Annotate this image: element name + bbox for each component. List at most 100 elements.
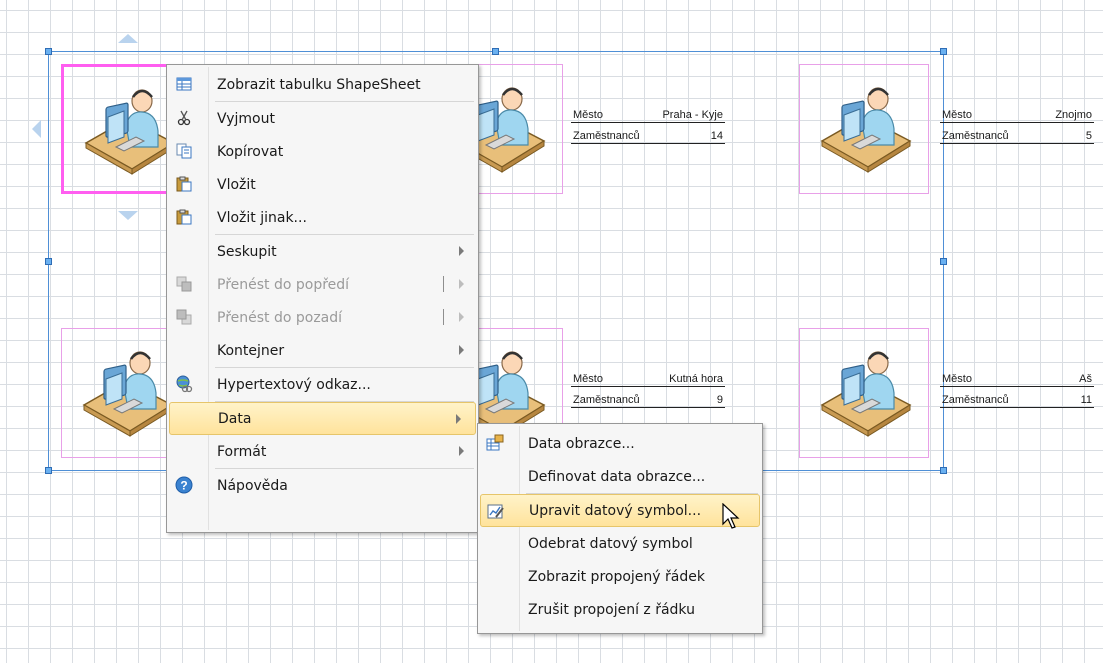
paste-icon xyxy=(175,175,193,193)
field-value: Kutná hora xyxy=(669,373,723,385)
data-graphic: Město Praha - Kyje Zaměstnanců 14 xyxy=(571,107,725,144)
menu-item-paste[interactable]: Vložit xyxy=(167,168,478,201)
menu-item-label: Seskupit xyxy=(217,243,277,260)
menu-item-label: Kontejner xyxy=(217,342,285,359)
menu-item-label: Přenést do popředí xyxy=(217,276,350,293)
data-graphic-row: Město Praha - Kyje xyxy=(571,107,725,123)
help-icon: ? xyxy=(175,476,193,494)
split-divider xyxy=(443,309,444,325)
submenu-arrow-icon xyxy=(459,312,464,322)
menu-item-label: Zobrazit propojený řádek xyxy=(528,568,705,585)
selection-handle-mid-right[interactable] xyxy=(940,258,947,265)
shapesheet-table-icon xyxy=(175,75,193,93)
menu-item-help[interactable]: ? Nápověda xyxy=(167,469,478,502)
field-label: Zaměstnanců xyxy=(942,130,1009,142)
field-label: Město xyxy=(573,373,603,385)
data-graphic: Město Kutná hora Zaměstnanců 9 xyxy=(571,371,725,408)
selection-handle-top-left[interactable] xyxy=(45,48,52,55)
data-graphic-row: Město Kutná hora xyxy=(571,371,725,387)
data-graphic: Město Znojmo Zaměstnanců 5 xyxy=(940,107,1094,144)
menu-item-label: Definovat data obrazce... xyxy=(528,468,706,485)
split-divider xyxy=(443,276,444,292)
menu-item-copy[interactable]: Kopírovat xyxy=(167,135,478,168)
menu-item-paste-special[interactable]: Vložit jinak... xyxy=(167,201,478,234)
menu-item-label: Vložit xyxy=(217,176,256,193)
autoconnect-left-arrow[interactable] xyxy=(32,120,41,138)
menu-item-hyperlink[interactable]: Hypertextový odkaz... xyxy=(167,368,478,401)
data-graphic-row: Zaměstnanců 11 xyxy=(940,392,1094,408)
selection-handle-top-right[interactable] xyxy=(940,48,947,55)
selection-handle-bottom-right[interactable] xyxy=(940,467,947,474)
office-worker-icon xyxy=(84,88,176,176)
autoconnect-down-arrow[interactable] xyxy=(118,211,138,220)
submenu-arrow-icon xyxy=(459,345,464,355)
submenu-arrow-icon xyxy=(456,414,461,424)
menu-item-label: Nápověda xyxy=(217,477,288,494)
submenu-item-shape-data[interactable]: Data obrazce... xyxy=(478,427,762,460)
field-value: Praha - Kyje xyxy=(662,109,723,121)
field-label: Zaměstnanců xyxy=(942,394,1009,406)
menu-item-label: Upravit datový symbol... xyxy=(529,502,702,519)
menu-item-container[interactable]: Kontejner xyxy=(167,334,478,367)
selection-handle-bottom-left[interactable] xyxy=(45,467,52,474)
employee-shape[interactable] xyxy=(799,328,929,458)
submenu-arrow-icon xyxy=(459,246,464,256)
menu-item-label: Zrušit propojení z řádku xyxy=(528,601,695,618)
selection-handle-top-mid[interactable] xyxy=(492,48,499,55)
data-submenu: Data obrazce... Definovat data obrazce..… xyxy=(477,423,763,634)
submenu-item-show-linked-row[interactable]: Zobrazit propojený řádek xyxy=(478,560,762,593)
data-graphic-row: Zaměstnanců 5 xyxy=(940,128,1094,144)
menu-item-group[interactable]: Seskupit xyxy=(167,235,478,268)
office-worker-icon xyxy=(820,350,912,438)
menu-item-label: Přenést do pozadí xyxy=(217,309,343,326)
data-graphic: Město Aš Zaměstnanců 11 xyxy=(940,371,1094,408)
submenu-item-remove-data-graphic[interactable]: Odebrat datový symbol xyxy=(478,527,762,560)
field-value: Aš xyxy=(1079,373,1092,385)
scissors-icon xyxy=(175,109,193,127)
menu-item-send-to-back: Přenést do pozadí xyxy=(167,301,478,334)
office-worker-icon xyxy=(82,350,174,438)
data-graphic-row: Zaměstnanců 9 xyxy=(571,392,725,408)
autoconnect-up-arrow[interactable] xyxy=(118,34,138,43)
drawing-canvas[interactable]: Město Praha - Kyje Zaměstnanců 14 Město Zno… xyxy=(0,0,1103,663)
data-graphic-row: Zaměstnanců 14 xyxy=(571,128,725,144)
field-value: 9 xyxy=(716,394,723,406)
field-value: 5 xyxy=(1085,130,1092,142)
menu-item-bring-to-front: Přenést do popředí xyxy=(167,268,478,301)
menu-item-label: Data xyxy=(218,410,252,427)
submenu-item-unlink-row[interactable]: Zrušit propojení z řádku xyxy=(478,593,762,626)
hyperlink-globe-icon xyxy=(175,375,193,393)
menu-item-format[interactable]: Formát xyxy=(167,435,478,468)
employee-shape[interactable] xyxy=(799,64,929,194)
menu-item-cut[interactable]: Vyjmout xyxy=(167,102,478,135)
menu-item-shapesheet[interactable]: Zobrazit tabulku ShapeSheet xyxy=(167,68,478,101)
mouse-pointer-icon xyxy=(722,503,740,529)
paste-special-icon xyxy=(175,208,193,226)
field-value: 11 xyxy=(1080,394,1092,406)
menu-item-label: Zobrazit tabulku ShapeSheet xyxy=(217,76,421,93)
menu-item-label: Kopírovat xyxy=(217,143,284,160)
copy-icon xyxy=(175,142,193,160)
shape-data-icon xyxy=(486,434,504,452)
context-menu: Zobrazit tabulku ShapeSheet Vyjmout Kopí… xyxy=(166,64,479,533)
submenu-arrow-icon xyxy=(459,446,464,456)
submenu-item-define-shape-data[interactable]: Definovat data obrazce... xyxy=(478,460,762,493)
office-worker-icon xyxy=(820,86,912,174)
data-graphic-row: Město Aš xyxy=(940,371,1094,387)
selection-handle-mid-left[interactable] xyxy=(45,258,52,265)
menu-item-data[interactable]: Data xyxy=(169,402,476,435)
menu-item-label: Vložit jinak... xyxy=(217,209,307,226)
submenu-arrow-icon xyxy=(459,279,464,289)
submenu-item-edit-data-graphic[interactable]: Upravit datový symbol... xyxy=(480,494,760,527)
svg-text:?: ? xyxy=(180,479,187,493)
menu-item-label: Vyjmout xyxy=(217,110,275,127)
field-label: Zaměstnanců xyxy=(573,130,640,142)
bring-to-front-icon xyxy=(175,275,193,293)
field-label: Zaměstnanců xyxy=(573,394,640,406)
field-label: Město xyxy=(942,109,972,121)
field-label: Město xyxy=(942,373,972,385)
send-to-back-icon xyxy=(175,308,193,326)
field-value: 14 xyxy=(710,130,723,142)
field-value: Znojmo xyxy=(1055,109,1092,121)
edit-data-graphic-icon xyxy=(487,502,505,520)
